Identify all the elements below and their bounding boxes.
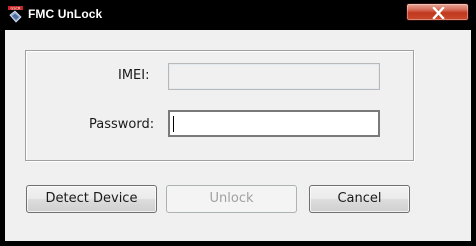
cancel-button[interactable]: Cancel — [309, 185, 410, 213]
dialog-client-area: IMEI: Password: Detect Device Unlock Can… — [5, 30, 471, 241]
close-icon — [432, 7, 445, 19]
dialog-window: GSCR FMC UnLock IMEI: Password: Detect D… — [0, 0, 476, 246]
imei-label: IMEI: — [118, 68, 150, 83]
unlock-button: Unlock — [166, 185, 297, 213]
password-field[interactable] — [168, 110, 380, 137]
title-bar[interactable]: GSCR FMC UnLock — [1, 1, 475, 30]
detect-device-button[interactable]: Detect Device — [26, 185, 157, 213]
text-caret — [173, 116, 174, 132]
close-button[interactable] — [406, 3, 469, 21]
app-icon: GSCR — [7, 6, 24, 23]
password-label: Password: — [89, 117, 155, 132]
window-title: FMC UnLock — [28, 7, 103, 21]
svg-text:GSCR: GSCR — [10, 6, 21, 10]
imei-field — [168, 63, 380, 90]
